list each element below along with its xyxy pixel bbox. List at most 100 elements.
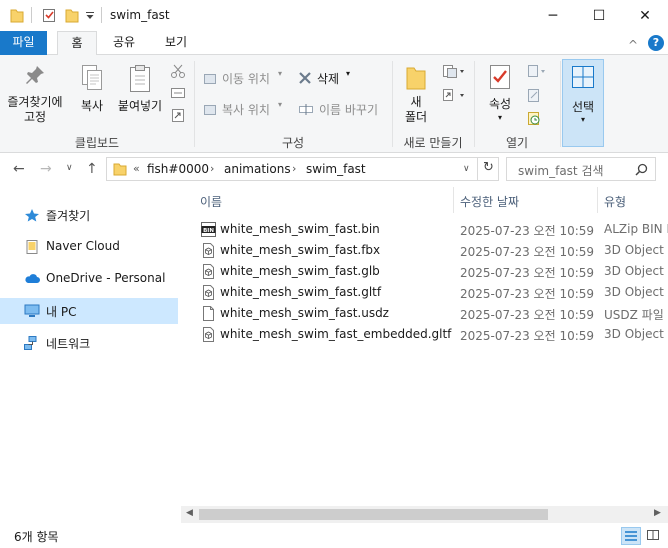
column-header-date[interactable]: 수정한 날짜: [460, 193, 519, 210]
recent-locations-icon[interactable]: ∨: [66, 163, 73, 173]
help-button[interactable]: ?: [648, 35, 664, 51]
new-folder-quick-access-icon[interactable]: [65, 7, 79, 23]
select-button[interactable]: 선택 ▾: [562, 59, 604, 147]
maximize-button[interactable]: ☐: [576, 0, 622, 31]
file-type: USDZ 파일: [604, 308, 664, 322]
breadcrumb-overflow[interactable]: «: [133, 162, 140, 175]
search-box[interactable]: swim_fast 검색: [506, 157, 656, 181]
select-label: 선택: [571, 100, 595, 114]
horizontal-scrollbar[interactable]: ◀ ▶: [181, 506, 668, 523]
file-row[interactable]: white_mesh_swim_fast.usdz 2025-07-23 오전 …: [181, 303, 668, 324]
file-date: 2025-07-23 오전 10:59: [460, 245, 595, 259]
new-folder-label-line1: 새: [410, 95, 422, 109]
refresh-icon[interactable]: ↻: [483, 160, 494, 175]
tab-share[interactable]: 공유: [103, 31, 145, 55]
tab-view[interactable]: 보기: [153, 31, 199, 55]
ribbon-tabs: 파일 홈 공유 보기 ^ ?: [0, 31, 668, 57]
sidebar-item-label: 내 PC: [46, 305, 77, 319]
easy-access-icon[interactable]: [441, 87, 465, 103]
breadcrumb-swim-fast[interactable]: swim_fast: [306, 162, 366, 176]
scrollbar-thumb[interactable]: [199, 509, 548, 520]
collapse-ribbon-button[interactable]: ^: [628, 33, 638, 57]
title-bar: swim_fast ─ ☐ ✕: [0, 0, 668, 31]
item-count: 6개 항목: [14, 530, 59, 544]
address-dropdown-icon[interactable]: ∨: [463, 164, 470, 174]
file-row[interactable]: white_mesh_swim_fast.fbx 2025-07-23 오전 1…: [181, 240, 668, 261]
forward-arrow-icon[interactable]: →: [40, 161, 52, 177]
open-icon[interactable]: [526, 63, 548, 79]
file-type: 3D Object: [604, 327, 664, 341]
bin-file-icon: BIN: [201, 222, 216, 237]
column-header-type[interactable]: 유형: [604, 193, 626, 210]
address-bar[interactable]: « fish#0000 › animations › swim_fast ∨ ↻: [106, 157, 499, 181]
status-bar: 6개 항목: [0, 523, 668, 548]
delete-label: 삭제: [317, 72, 340, 86]
new-folder-button[interactable]: 새 폴더: [398, 63, 434, 133]
paste-shortcut-icon[interactable]: [170, 107, 186, 123]
new-item-icon[interactable]: [441, 63, 465, 79]
search-icon[interactable]: [635, 163, 648, 176]
new-group-label: 새로 만들기: [403, 136, 463, 150]
organize-group-label: 구성: [281, 136, 305, 150]
minimize-button[interactable]: ─: [530, 0, 576, 31]
copy-to-label: 복사 위치: [222, 103, 270, 117]
sidebar-item-quick-access[interactable]: 즐겨찾기: [0, 202, 178, 228]
file-name: white_mesh_swim_fast.gltf: [220, 285, 382, 299]
file-type: ALZip BIN File: [604, 222, 668, 236]
select-grid-icon: [572, 66, 594, 88]
file-type: 3D Object: [604, 285, 664, 299]
details-view-button[interactable]: [621, 527, 641, 545]
copy-button[interactable]: 복사: [74, 63, 110, 123]
tab-home[interactable]: 홈: [57, 31, 97, 56]
copy-path-icon[interactable]: [170, 86, 186, 100]
pin-to-quick-access-button[interactable]: 즐겨찾기에 고정: [4, 63, 66, 133]
window-title: swim_fast: [110, 8, 170, 22]
properties-label: 속성: [488, 97, 512, 111]
file-row[interactable]: white_mesh_swim_fast_embedded.gltf 2025-…: [181, 324, 668, 345]
properties-button[interactable]: 속성 ▾: [480, 63, 520, 133]
clipboard-group-label: 클립보드: [74, 136, 120, 150]
file-row[interactable]: white_mesh_swim_fast.glb 2025-07-23 오전 1…: [181, 261, 668, 282]
sidebar-item-naver-cloud[interactable]: Naver Cloud: [0, 234, 178, 260]
ribbon: 즐겨찾기에 고정 복사 붙여넣기 클립보드 이동 위치 ▾ 복사 위치 ▾ 삭제…: [0, 55, 668, 153]
file-date: 2025-07-23 오전 10:59: [460, 329, 595, 343]
new-folder-icon: [406, 67, 426, 90]
sidebar-item-this-pc[interactable]: 내 PC: [0, 298, 178, 324]
large-icons-view-button[interactable]: [644, 527, 664, 545]
address-folder-icon: [113, 163, 127, 176]
quick-access-dropdown-icon[interactable]: [85, 11, 95, 21]
scroll-left-icon[interactable]: ◀: [186, 508, 193, 518]
file-name: white_mesh_swim_fast_embedded.gltf: [220, 327, 452, 341]
breadcrumb-animations[interactable]: animations: [224, 162, 291, 176]
breadcrumb-fish[interactable]: fish#0000: [147, 162, 209, 176]
delete-icon: [299, 72, 311, 84]
scroll-right-icon[interactable]: ▶: [654, 508, 661, 518]
properties-quick-access-icon[interactable]: [42, 7, 57, 23]
paste-button[interactable]: 붙여넣기: [114, 63, 166, 123]
close-button[interactable]: ✕: [622, 0, 668, 31]
breadcrumb-separator-icon[interactable]: ›: [210, 162, 214, 175]
move-to-label: 이동 위치: [222, 72, 270, 86]
3d-object-icon: [203, 264, 214, 279]
properties-icon: [490, 65, 510, 89]
cut-icon[interactable]: [170, 63, 186, 79]
sidebar-item-label: OneDrive - Personal: [46, 271, 166, 285]
file-type: 3D Object: [604, 243, 664, 257]
file-name: white_mesh_swim_fast.fbx: [220, 243, 381, 257]
edit-icon[interactable]: [526, 87, 542, 103]
sidebar-item-network[interactable]: 네트워크: [0, 330, 178, 356]
up-arrow-icon[interactable]: ↑: [86, 161, 98, 177]
history-icon[interactable]: [526, 110, 542, 126]
back-arrow-icon[interactable]: ←: [13, 161, 25, 177]
breadcrumb-separator-icon[interactable]: ›: [292, 162, 296, 175]
paste-icon: [130, 65, 150, 92]
rename-label: 이름 바꾸기: [319, 103, 379, 117]
file-row[interactable]: BIN white_mesh_swim_fast.bin 2025-07-23 …: [181, 219, 668, 240]
cloud-icon: [25, 274, 40, 283]
column-header-name[interactable]: 이름: [200, 193, 222, 210]
sidebar-item-onedrive[interactable]: OneDrive - Personal: [0, 266, 178, 292]
file-date: 2025-07-23 오전 10:59: [460, 224, 595, 238]
tab-file[interactable]: 파일: [0, 31, 47, 55]
file-row[interactable]: white_mesh_swim_fast.gltf 2025-07-23 오전 …: [181, 282, 668, 303]
pin-icon: [26, 66, 44, 84]
